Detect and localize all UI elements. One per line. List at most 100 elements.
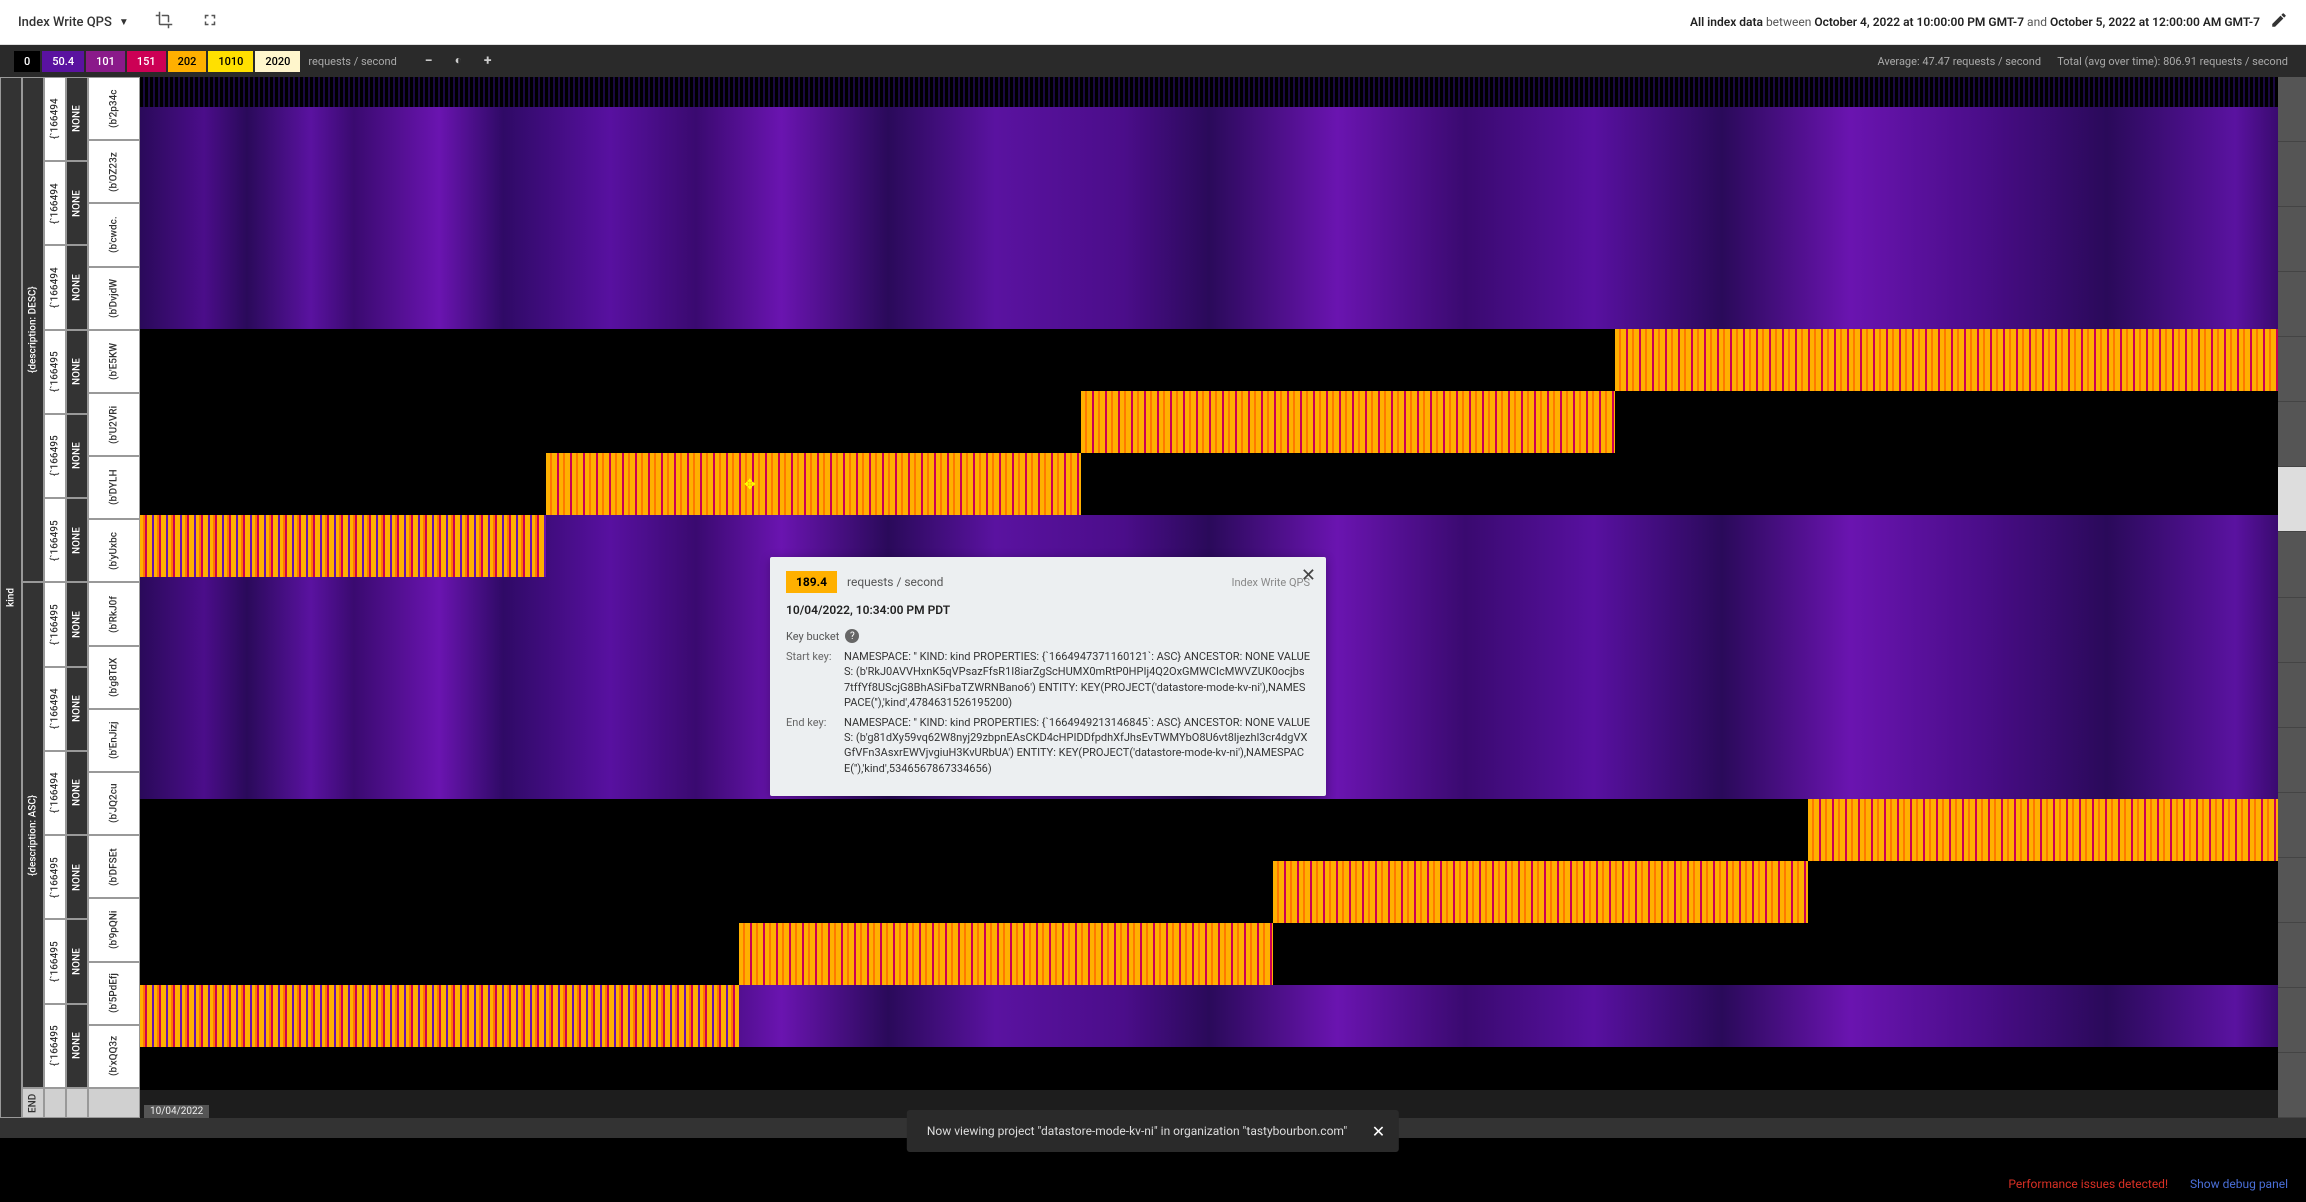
legend-toolbar: 050.410115120210102020 requests / second… bbox=[0, 45, 2306, 77]
total-stat: Total (avg over time): 806.91 requests /… bbox=[2057, 55, 2288, 68]
range-prefix: All index data bbox=[1690, 15, 1763, 29]
legend-unit: requests / second bbox=[308, 55, 396, 68]
axis-prop-group: {`166495 bbox=[44, 583, 66, 667]
selected-row-handle[interactable] bbox=[2278, 467, 2306, 532]
axis-hash-group: (b'yUxbc bbox=[88, 519, 140, 582]
zoom-out-button[interactable]: − bbox=[425, 53, 433, 69]
axis-spacer bbox=[44, 1088, 66, 1118]
axis-end: END bbox=[22, 1088, 44, 1118]
axis-spacer bbox=[88, 1088, 140, 1118]
axis-none-group: NONE bbox=[66, 330, 88, 414]
axis-none-group: NONE bbox=[66, 920, 88, 1004]
start-key-label: Start key: bbox=[786, 649, 844, 711]
axis-kind-label: kind bbox=[0, 77, 22, 1118]
end-key-label: End key: bbox=[786, 715, 844, 777]
axis-hash-col: (b'xQQ3z(b'5PdEfj(b'9pQNi(b'DFSEt(b'JQ2c… bbox=[88, 77, 140, 1118]
metric-selector[interactable]: Index Write QPS ▼ bbox=[18, 15, 129, 30]
row-selector-gutter[interactable] bbox=[2278, 77, 2306, 1118]
axis-prop-group: {`166495 bbox=[44, 920, 66, 1004]
tooltip-unit: requests / second bbox=[847, 575, 943, 589]
axis-desc-group: {description: ASC} bbox=[22, 583, 44, 1089]
header-tools bbox=[155, 11, 219, 33]
range-join: and bbox=[2027, 15, 2047, 29]
axis-hash-group: (b'DvjdW bbox=[88, 267, 140, 330]
axis-desc-col: END{description: ASC}{description: DESC} bbox=[22, 77, 44, 1118]
caret-down-icon: ▼ bbox=[119, 17, 129, 28]
debug-panel-link[interactable]: Show debug panel bbox=[2190, 1177, 2288, 1191]
header-range: All index data between October 4, 2022 a… bbox=[1690, 11, 2288, 33]
y-axis: kind END{description: ASC}{description: … bbox=[0, 77, 140, 1118]
axis-hash-group: (b'cwdc. bbox=[88, 203, 140, 266]
tooltip-value: 189.4 bbox=[786, 571, 837, 593]
top-header: Index Write QPS ▼ All index data between… bbox=[0, 0, 2306, 45]
legend-swatch: 101 bbox=[86, 51, 125, 72]
color-legend: 050.410115120210102020 bbox=[14, 51, 300, 72]
axis-prop-group: {`166495 bbox=[44, 330, 66, 414]
axis-hash-group: (b'EnJizj bbox=[88, 709, 140, 772]
axis-none-group: NONE bbox=[66, 583, 88, 667]
axis-prop-group: {`166494 bbox=[44, 751, 66, 835]
axis-hash-group: (b'OZ23z bbox=[88, 140, 140, 203]
tooltip-metric: Index Write QPS bbox=[1231, 576, 1310, 589]
axis-hash-group: (b'2p34c bbox=[88, 77, 140, 140]
axis-prop-group: {`166494 bbox=[44, 77, 66, 161]
axis-prop-col: {`166495{`166495{`166495{`166494{`166494… bbox=[44, 77, 66, 1118]
axis-prop-group: {`166494 bbox=[44, 246, 66, 330]
range-mid: between bbox=[1766, 15, 1811, 29]
legend-swatch: 1010 bbox=[208, 51, 253, 72]
brightness-button[interactable]: ◐ bbox=[455, 53, 462, 69]
axis-hash-group: (b'DFSEt bbox=[88, 835, 140, 898]
help-icon[interactable]: ? bbox=[845, 629, 859, 643]
axis-hash-group: (b'U2VRi bbox=[88, 393, 140, 456]
axis-prop-group: {`166495 bbox=[44, 498, 66, 582]
perf-warning: Performance issues detected! bbox=[2008, 1177, 2168, 1191]
axis-none-col: NONENONENONENONENONENONENONENONENONENONE… bbox=[66, 77, 88, 1118]
legend-swatch: 202 bbox=[168, 51, 207, 72]
axis-none-group: NONE bbox=[66, 1004, 88, 1088]
axis-none-group: NONE bbox=[66, 161, 88, 245]
axis-desc-group: {description: DESC} bbox=[22, 77, 44, 583]
edit-icon[interactable] bbox=[2270, 11, 2288, 33]
toast-message: Now viewing project "datastore-mode-kv-n… bbox=[927, 1124, 1347, 1138]
axis-hash-group: (b'DYLH bbox=[88, 456, 140, 519]
axis-kind-col: kind bbox=[0, 77, 22, 1118]
axis-prop-group: {`166494 bbox=[44, 161, 66, 245]
fullscreen-icon[interactable] bbox=[201, 11, 219, 33]
legend-swatch: 0 bbox=[14, 51, 40, 72]
axis-prop-group: {`166494 bbox=[44, 667, 66, 751]
legend-swatch: 50.4 bbox=[42, 51, 84, 72]
axis-none-group: NONE bbox=[66, 414, 88, 498]
axis-hash-group: (b'xQQ3z bbox=[88, 1025, 140, 1088]
axis-hash-group: (b'5PdEfj bbox=[88, 962, 140, 1025]
axis-spacer bbox=[66, 1088, 88, 1118]
axis-none-group: NONE bbox=[66, 77, 88, 161]
stats: Average: 47.47 requests / second Total (… bbox=[1877, 55, 2288, 68]
tooltip-time: 10/04/2022, 10:34:00 PM PDT bbox=[786, 603, 1310, 617]
end-key-value: NAMESPACE: '' KIND: kind PROPERTIES: {`1… bbox=[844, 715, 1310, 777]
tooltip-section: Key bucket ? bbox=[786, 629, 1310, 643]
range-end: October 5, 2022 at 12:00:00 AM GMT-7 bbox=[2050, 15, 2260, 29]
axis-hash-group: (b'9pQNi bbox=[88, 898, 140, 961]
axis-none-group: NONE bbox=[66, 667, 88, 751]
start-key-value: NAMESPACE: '' KIND: kind PROPERTIES: {`1… bbox=[844, 649, 1310, 711]
zoom-controls: − ◐ + bbox=[425, 53, 492, 69]
legend-swatch: 2020 bbox=[255, 51, 300, 72]
axis-prop-group: {`166495 bbox=[44, 414, 66, 498]
axis-none-group: NONE bbox=[66, 751, 88, 835]
cell-tooltip: ✕ 189.4 requests / second Index Write QP… bbox=[770, 557, 1326, 796]
range-start: October 4, 2022 at 10:00:00 PM GMT-7 bbox=[1814, 15, 2024, 29]
header-left: Index Write QPS ▼ bbox=[18, 11, 219, 33]
avg-stat: Average: 47.47 requests / second bbox=[1877, 55, 2041, 68]
axis-none-group: NONE bbox=[66, 498, 88, 582]
axis-hash-group: (b'E5KW bbox=[88, 330, 140, 393]
project-toast: Now viewing project "datastore-mode-kv-n… bbox=[907, 1110, 1399, 1152]
axis-hash-group: (b'g8TdX bbox=[88, 646, 140, 709]
metric-title: Index Write QPS bbox=[18, 15, 112, 30]
axis-hash-group: (b'RkJ0f bbox=[88, 583, 140, 646]
close-icon[interactable]: ✕ bbox=[1301, 565, 1316, 586]
scrubber-date: 10/04/2022 bbox=[144, 1105, 209, 1118]
zoom-in-button[interactable]: + bbox=[484, 53, 492, 69]
close-icon[interactable]: ✕ bbox=[1372, 1122, 1385, 1141]
axis-prop-group: {`166495 bbox=[44, 1004, 66, 1088]
crop-icon[interactable] bbox=[155, 11, 173, 33]
